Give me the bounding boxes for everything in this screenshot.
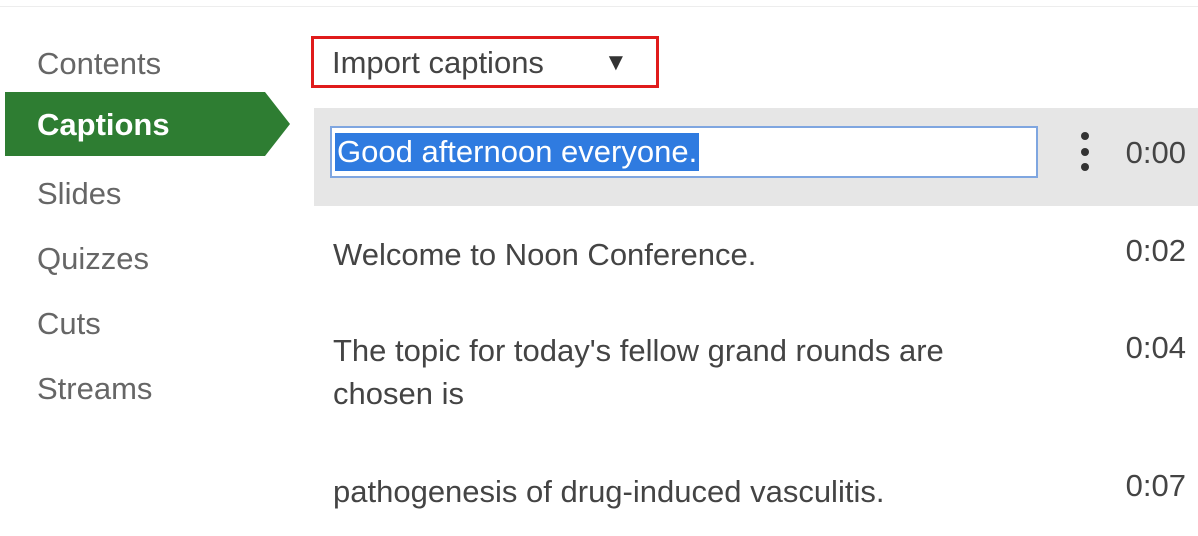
caption-row[interactable]: Welcome to Noon Conference. 0:02 (314, 216, 1198, 300)
caption-text[interactable]: Welcome to Noon Conference. (333, 233, 1013, 276)
caption-text-input[interactable]: Good afternoon everyone. (330, 126, 1038, 178)
caption-timestamp[interactable]: 0:00 (1126, 135, 1186, 171)
triangle-down-icon: ▼ (604, 49, 628, 76)
import-captions-dropdown[interactable]: Import captions ▼ (311, 36, 659, 88)
sidebar-nav: Contents Captions Slides Quizzes Cuts St… (0, 0, 300, 536)
sidebar-item-captions[interactable]: Captions (0, 92, 290, 156)
sidebar-item-label: Cuts (37, 306, 101, 341)
sidebar-item-label: Contents (37, 46, 162, 81)
caption-timestamp[interactable]: 0:04 (1126, 330, 1186, 366)
sidebar-item-label: Captions (37, 107, 170, 142)
caption-text[interactable]: pathogenesis of drug-induced vasculitis. (333, 470, 1013, 513)
caption-timestamp[interactable]: 0:02 (1126, 233, 1186, 269)
sidebar-item-label: Streams (37, 371, 153, 406)
caption-selected-text: Good afternoon everyone. (335, 133, 700, 171)
caption-row[interactable]: pathogenesis of drug-induced vasculitis.… (314, 450, 1198, 530)
sidebar-item-cuts[interactable]: Cuts (0, 292, 290, 356)
sidebar-item-label: Slides (37, 176, 122, 211)
sidebar-item-slides[interactable]: Slides (0, 162, 290, 226)
import-captions-label: Import captions (332, 45, 544, 80)
caption-timestamp[interactable]: 0:07 (1126, 468, 1186, 504)
sidebar-item-contents[interactable]: Contents (0, 32, 290, 96)
sidebar-item-streams[interactable]: Streams (0, 357, 290, 421)
sidebar-item-quizzes[interactable]: Quizzes (0, 227, 290, 291)
caption-row[interactable]: Good afternoon everyone. 0:00 (314, 108, 1198, 206)
caption-text[interactable]: The topic for today's fellow grand round… (333, 329, 993, 415)
caption-row[interactable]: The topic for today's fellow grand round… (314, 310, 1198, 428)
caption-editor: Contents Captions Slides Quizzes Cuts St… (0, 0, 1198, 536)
sidebar-item-label: Quizzes (37, 241, 149, 276)
more-options-icon[interactable] (1077, 132, 1093, 172)
